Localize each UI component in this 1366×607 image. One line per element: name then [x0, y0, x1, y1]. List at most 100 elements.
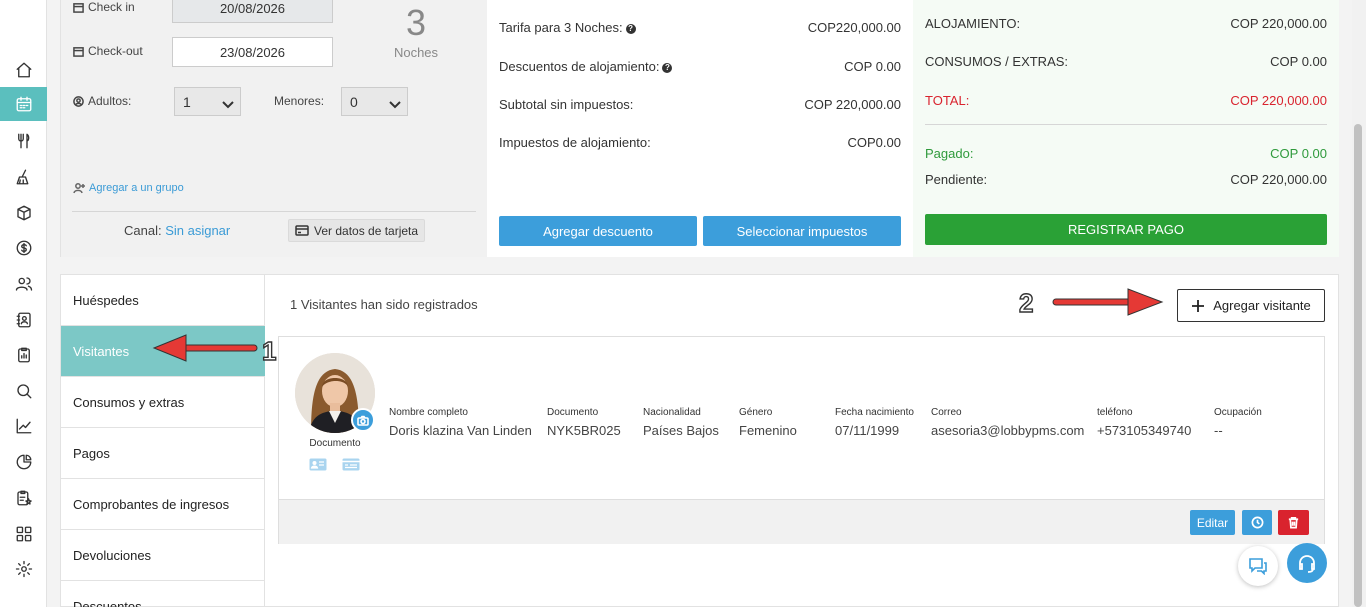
annotation-arrow-1 [152, 334, 258, 362]
field-occupation: Ocupación -- [1214, 407, 1262, 438]
sidebar-item-guests[interactable] [0, 267, 47, 301]
sidebar-item-housekeeping[interactable] [0, 160, 47, 194]
rate-row: Impuestos de alojamiento: COP0.00 [499, 135, 901, 150]
scrollbar-thumb[interactable] [1354, 124, 1362, 607]
chat-icon [1249, 558, 1267, 575]
user-circle-icon [73, 95, 84, 107]
sidebar-item-inventory[interactable] [0, 196, 47, 230]
reservation-summary-card: Check in 20/08/2026 Check-out 23/08/2026… [60, 0, 1339, 257]
dollar-circle-icon [16, 240, 31, 256]
sidebar-item-restaurant[interactable] [0, 124, 47, 158]
field-full-name: Nombre completo Doris klazina Van Linden [389, 407, 532, 438]
field-email: Correo asesoria3@lobbypms.com [931, 407, 1085, 438]
visitors-content: 1 Visitantes han sido registrados Agrega… [266, 275, 1339, 607]
document-label: Documento [309, 438, 361, 449]
help-icon[interactable]: ? [662, 62, 673, 73]
contact-book-icon [16, 312, 31, 328]
chevron-down-icon [389, 97, 401, 109]
sidebar-item-statistics[interactable] [0, 445, 47, 479]
divider [925, 124, 1327, 125]
canal-link[interactable]: Sin asignar [165, 223, 230, 238]
annotation-number-1: 1 [261, 335, 277, 366]
search-icon [16, 384, 31, 399]
sidebar-item-analytics[interactable] [0, 409, 47, 443]
sidebar-item-apps[interactable] [0, 517, 47, 551]
nights-count: 3 [405, 2, 427, 43]
tab-payments[interactable]: Pagos [61, 428, 265, 479]
headset-icon [1299, 555, 1315, 573]
field-gender: Género Femenino [739, 407, 797, 438]
support-button[interactable] [1287, 543, 1327, 583]
clock-icon [1251, 516, 1263, 529]
sidebar-item-tasks[interactable] [0, 481, 47, 515]
adults-select[interactable]: 1 [174, 87, 241, 116]
checkin-field: 20/08/2026 [172, 0, 333, 23]
summary-row: ALOJAMIENTO: COP 220,000.00 [925, 16, 1327, 31]
reservation-details-panel: Huéspedes Visitantes Consumos y extras P… [60, 274, 1339, 607]
chevron-down-icon [222, 97, 234, 109]
tab-receipts[interactable]: Comprobantes de ingresos [61, 479, 265, 530]
sidebar-item-search[interactable] [0, 374, 47, 408]
edit-button[interactable]: Editar [1190, 510, 1235, 535]
sidebar-item-reports[interactable] [0, 338, 47, 372]
id-card-icon[interactable] [309, 458, 327, 471]
sidebar-item-billing[interactable] [0, 231, 47, 265]
summary-row: CONSUMOS / EXTRAS: COP 0.00 [925, 54, 1327, 69]
gear-icon [15, 560, 32, 578]
tab-guests[interactable]: Huéspedes [61, 275, 265, 326]
users-icon [15, 277, 32, 291]
minors-select[interactable]: 0 [341, 87, 408, 116]
sidebar-item-contacts[interactable] [0, 303, 47, 337]
credit-card-icon [295, 225, 309, 236]
id-card-back-icon[interactable] [342, 458, 360, 471]
checkin-label: Check in [73, 0, 135, 14]
add-to-group-link[interactable]: Agregar a un grupo [73, 182, 184, 194]
sidebar-item-home[interactable] [0, 53, 47, 87]
pie-chart-icon [16, 454, 31, 470]
camera-icon[interactable] [351, 408, 375, 432]
delete-button[interactable] [1278, 510, 1309, 535]
sidebar-rail [0, 0, 47, 607]
field-phone: teléfono +573105349740 [1097, 407, 1192, 438]
tab-discounts[interactable]: Descuentos [61, 581, 265, 607]
tab-consumptions[interactable]: Consumos y extras [61, 377, 265, 428]
trash-icon [1288, 517, 1299, 529]
fork-knife-icon [17, 133, 29, 149]
annotation-number-2: 2 [1018, 287, 1034, 318]
canal-info: Canal: Sin asignar [124, 223, 231, 238]
register-payment-button[interactable]: REGISTRAR PAGO [925, 214, 1327, 245]
nights-label: Noches [393, 45, 439, 60]
field-document: Documento NYK5BR025 [547, 407, 621, 438]
field-birthdate: Fecha nacimiento 07/11/1999 [835, 407, 914, 438]
visitors-count: 1 Visitantes han sido registrados [290, 297, 478, 312]
summary-pending-row: Pendiente: COP 220,000.00 [925, 172, 1327, 187]
add-discount-button[interactable]: Agregar descuento [499, 216, 697, 246]
box-icon [16, 205, 31, 221]
view-card-button[interactable]: Ver datos de tarjeta [288, 219, 426, 242]
chat-button[interactable] [1238, 546, 1278, 586]
summary-paid-row: Pagado: COP 0.00 [925, 146, 1327, 161]
summary-total-row: TOTAL: COP 220,000.00 [925, 93, 1327, 108]
rate-row: Subtotal sin impuestos: COP 220,000.00 [499, 97, 901, 112]
add-visitor-button[interactable]: Agregar visitante [1177, 289, 1325, 322]
tab-refunds[interactable]: Devoluciones [61, 530, 265, 581]
visitor-card-footer: Editar [279, 499, 1324, 544]
adults-label: Adultos: [73, 94, 131, 108]
history-button[interactable] [1242, 510, 1272, 535]
checkout-label: Check-out [73, 44, 143, 58]
visitor-card: Documento Nombre completo Doris klazina V… [278, 336, 1325, 544]
calendar-icon [16, 96, 31, 112]
sidebar-item-settings[interactable] [0, 552, 47, 586]
payment-summary-panel: ALOJAMIENTO: COP 220,000.00 CONSUMOS / EX… [913, 0, 1339, 257]
divider [72, 211, 476, 212]
select-taxes-button[interactable]: Seleccionar impuestos [703, 216, 901, 246]
line-chart-icon [16, 418, 31, 434]
clipboard-star-icon [16, 490, 32, 506]
checkout-field[interactable]: 23/08/2026 [172, 37, 333, 67]
add-user-icon [73, 183, 85, 194]
rate-row: Tarifa para 3 Noches:? COP220,000.00 [499, 20, 901, 35]
home-icon [16, 62, 31, 78]
annotation-arrow-2 [1052, 288, 1164, 316]
sidebar-item-calendar[interactable] [0, 87, 47, 121]
help-icon[interactable]: ? [625, 23, 636, 34]
